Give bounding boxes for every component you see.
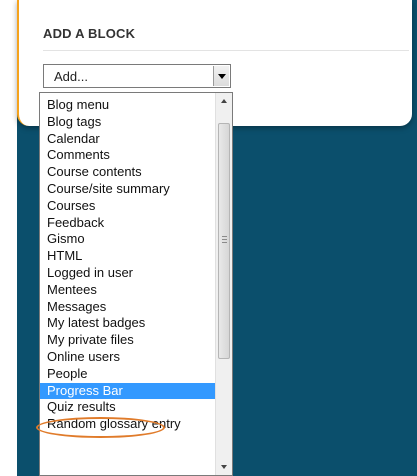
option-list: Blog menu Blog tags Calendar Comments Co… [40, 97, 216, 433]
select-value: Add... [54, 69, 88, 84]
option-blog-menu[interactable]: Blog menu [40, 97, 216, 114]
option-online-users[interactable]: Online users [40, 349, 216, 366]
option-html[interactable]: HTML [40, 248, 216, 265]
option-calendar[interactable]: Calendar [40, 131, 216, 148]
option-quiz-results[interactable]: Quiz results [40, 399, 216, 416]
option-comments[interactable]: Comments [40, 147, 216, 164]
option-course-contents[interactable]: Course contents [40, 164, 216, 181]
dropdown-list[interactable]: Blog menu Blog tags Calendar Comments Co… [39, 92, 233, 476]
scroll-down-arrow-icon[interactable] [216, 459, 232, 475]
option-messages[interactable]: Messages [40, 299, 216, 316]
option-course-site-summary[interactable]: Course/site summary [40, 181, 216, 198]
scrollbar[interactable] [215, 93, 232, 475]
scroll-up-arrow-icon[interactable] [216, 93, 232, 109]
divider [43, 50, 409, 51]
option-random-glossary-entry[interactable]: Random glossary entry [40, 416, 216, 433]
option-my-private-files[interactable]: My private files [40, 332, 216, 349]
panel-title: ADD A BLOCK [43, 26, 136, 41]
option-gismo[interactable]: Gismo [40, 231, 216, 248]
scrollbar-thumb[interactable] [218, 123, 230, 359]
option-my-latest-badges[interactable]: My latest badges [40, 315, 216, 332]
grip-icon [222, 236, 227, 245]
add-block-select[interactable]: Add... [43, 64, 231, 88]
option-courses[interactable]: Courses [40, 198, 216, 215]
option-progress-bar[interactable]: Progress Bar [40, 382, 216, 400]
chevron-down-icon[interactable] [213, 66, 229, 86]
option-feedback[interactable]: Feedback [40, 215, 216, 232]
option-people[interactable]: People [40, 366, 216, 383]
option-logged-in-user[interactable]: Logged in user [40, 265, 216, 282]
option-mentees[interactable]: Mentees [40, 282, 216, 299]
option-blog-tags[interactable]: Blog tags [40, 114, 216, 131]
